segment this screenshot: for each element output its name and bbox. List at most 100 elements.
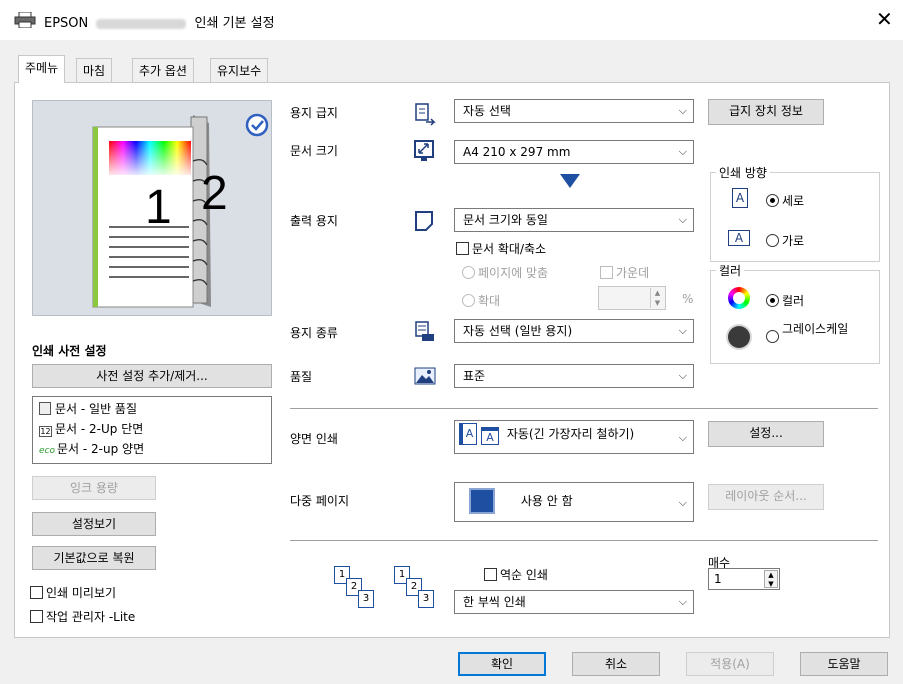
section-divider — [290, 540, 878, 541]
portrait-label: 세로 — [782, 194, 805, 208]
preset-item-label: 문서 - 일반 품질 — [55, 402, 138, 416]
color-group — [710, 270, 880, 364]
multi-page-icon — [469, 488, 495, 514]
reverse-order-checkbox[interactable] — [484, 568, 497, 581]
preset-item[interactable]: 문서 - 일반 품질 — [39, 400, 137, 418]
reverse-order-label: 역순 인쇄 — [500, 568, 548, 582]
stack-page-3: 3 — [358, 590, 374, 608]
preset-item[interactable]: 12 문서 - 2-Up 단면 — [39, 420, 143, 438]
chevron-down-icon: ⌵ — [678, 104, 687, 117]
grayscale-icon — [728, 326, 750, 348]
output-paper-select[interactable]: 문서 크기와 동일 ⌵ — [454, 208, 694, 232]
two-sided-settings-button[interactable]: 설정... — [708, 421, 824, 447]
chevron-down-icon: ⌵ — [678, 369, 687, 382]
document-size-select[interactable]: A4 210 x 297 mm ⌵ — [454, 140, 694, 164]
zoom-to-radio[interactable] — [462, 294, 475, 307]
paper-type-select[interactable]: 자동 선택 (일반 용지) ⌵ — [454, 319, 694, 343]
paper-source-select[interactable]: 자동 선택 ⌵ — [454, 99, 694, 123]
layout-order-button[interactable]: 레이아웃 순서... — [708, 484, 824, 510]
printer-icon — [14, 11, 36, 29]
multi-page-value: 사용 안 함 — [520, 494, 573, 508]
multi-page-select[interactable]: 사용 안 함 ⌵ — [454, 482, 694, 522]
model-name-blurred — [96, 18, 187, 29]
job-manager-option[interactable]: 작업 관리자 -Lite — [30, 608, 135, 625]
quality-select[interactable]: 표준 ⌵ — [454, 364, 694, 388]
center-checkbox[interactable] — [600, 266, 613, 279]
copies-spinner[interactable]: ▲ ▼ — [764, 570, 778, 588]
reverse-order-option[interactable]: 역순 인쇄 — [484, 566, 548, 583]
center-option[interactable]: 가운데 — [600, 264, 649, 281]
tab-maintenance[interactable]: 유지보수 — [210, 58, 269, 82]
portrait-option[interactable]: 세로 — [766, 192, 804, 209]
paper-source-info-button[interactable]: 급지 장치 정보 — [708, 99, 824, 125]
landscape-icon: A — [728, 230, 750, 246]
close-button[interactable]: ✕ — [876, 8, 893, 30]
paper-type-value: 자동 선택 (일반 용지) — [463, 324, 573, 338]
cancel-button[interactable]: 취소 — [572, 652, 660, 676]
chevron-down-icon: ⌵ — [678, 431, 687, 444]
copies-input[interactable]: 1 ▲ ▼ — [708, 568, 780, 590]
output-paper-value: 문서 크기와 동일 — [463, 213, 548, 227]
apply-button[interactable]: 적용(A) — [686, 652, 774, 676]
restore-defaults-button[interactable]: 기본값으로 복원 — [32, 546, 156, 570]
color-wheel-icon — [728, 287, 750, 309]
quality-label: 품질 — [290, 370, 313, 384]
paper-type-label: 용지 종류 — [290, 326, 338, 340]
grayscale-option[interactable] — [766, 330, 779, 344]
ok-button[interactable]: 확인 — [458, 652, 546, 676]
portrait-radio[interactable] — [766, 194, 779, 207]
preview-graphic: 1 2 — [92, 113, 269, 308]
tab-more-options[interactable]: 추가 옵션 — [132, 58, 194, 82]
add-remove-presets-button[interactable]: 사전 설정 추가/제거... — [32, 364, 272, 388]
tab-main[interactable]: 주메뉴 — [18, 55, 66, 83]
tab-finishing[interactable]: 마침 — [76, 58, 113, 82]
window-title: EPSON 인쇄 기본 설정 — [44, 12, 275, 31]
preset-item[interactable]: eco 문서 - 2-up 양면 — [39, 440, 144, 458]
two-sided-label: 양면 인쇄 — [290, 432, 338, 446]
grayscale-radio[interactable] — [766, 330, 779, 343]
quality-icon — [414, 366, 436, 389]
two-sided-icon: A A — [459, 421, 499, 447]
multi-page-label: 다중 페이지 — [290, 494, 350, 508]
document-size-icon — [414, 140, 436, 165]
color-radio[interactable] — [766, 294, 779, 307]
document-size-label: 문서 크기 — [290, 144, 338, 158]
app-name: EPSON — [44, 16, 89, 31]
fit-to-page-option[interactable]: 페이지에 맞춤 — [462, 264, 548, 281]
paper-source-icon — [414, 102, 436, 129]
color-option[interactable]: 컬러 — [766, 292, 804, 309]
fit-to-page-radio[interactable] — [462, 266, 475, 279]
collate-select[interactable]: 한 부씩 인쇄 ⌵ — [454, 590, 694, 614]
section-divider — [290, 408, 878, 409]
preview-page-right-number: 2 — [201, 167, 228, 220]
zoom-spinner[interactable]: ▲ ▼ — [650, 288, 664, 308]
print-preview-checkbox[interactable] — [30, 586, 43, 599]
show-settings-button[interactable]: 설정보기 — [32, 512, 156, 536]
two-up-icon: 12 — [39, 426, 52, 437]
zoom-to-label: 확대 — [478, 294, 501, 308]
orientation-title: 인쇄 방향 — [716, 164, 770, 181]
presets-heading: 인쇄 사전 설정 — [32, 344, 107, 358]
zoom-to-option[interactable]: 확대 — [462, 292, 500, 309]
presets-list: 문서 - 일반 품질 12 문서 - 2-Up 단면 eco 문서 - 2-up 양… — [32, 396, 272, 464]
job-manager-checkbox[interactable] — [30, 610, 43, 623]
ink-levels-button[interactable]: 잉크 용량 — [32, 476, 156, 500]
landscape-label: 가로 — [782, 234, 805, 248]
arrow-down-icon — [560, 174, 580, 191]
chevron-down-icon: ⌵ — [678, 324, 687, 337]
page-order-collate-icon: 1 2 3 — [394, 566, 450, 610]
copies-value: 1 — [714, 572, 722, 586]
help-button[interactable]: 도움말 — [800, 652, 888, 676]
zoom-percent-input[interactable]: ▲ ▼ — [598, 286, 666, 310]
portrait-icon: A — [732, 188, 748, 208]
two-sided-select[interactable]: A A 자동(긴 가장자리 철하기) ⌵ — [454, 420, 694, 454]
two-sided-value: 자동(긴 가장자리 철하기) — [506, 427, 635, 441]
quality-value: 표준 — [463, 369, 486, 383]
reduce-enlarge-option[interactable]: 문서 확대/축소 — [456, 240, 546, 257]
percent-symbol: % — [682, 292, 694, 306]
landscape-option[interactable]: 가로 — [766, 232, 804, 249]
preview-page-left-number: 1 — [145, 181, 172, 234]
landscape-radio[interactable] — [766, 234, 779, 247]
print-preview-option[interactable]: 인쇄 미리보기 — [30, 584, 116, 601]
reduce-enlarge-checkbox[interactable] — [456, 242, 469, 255]
